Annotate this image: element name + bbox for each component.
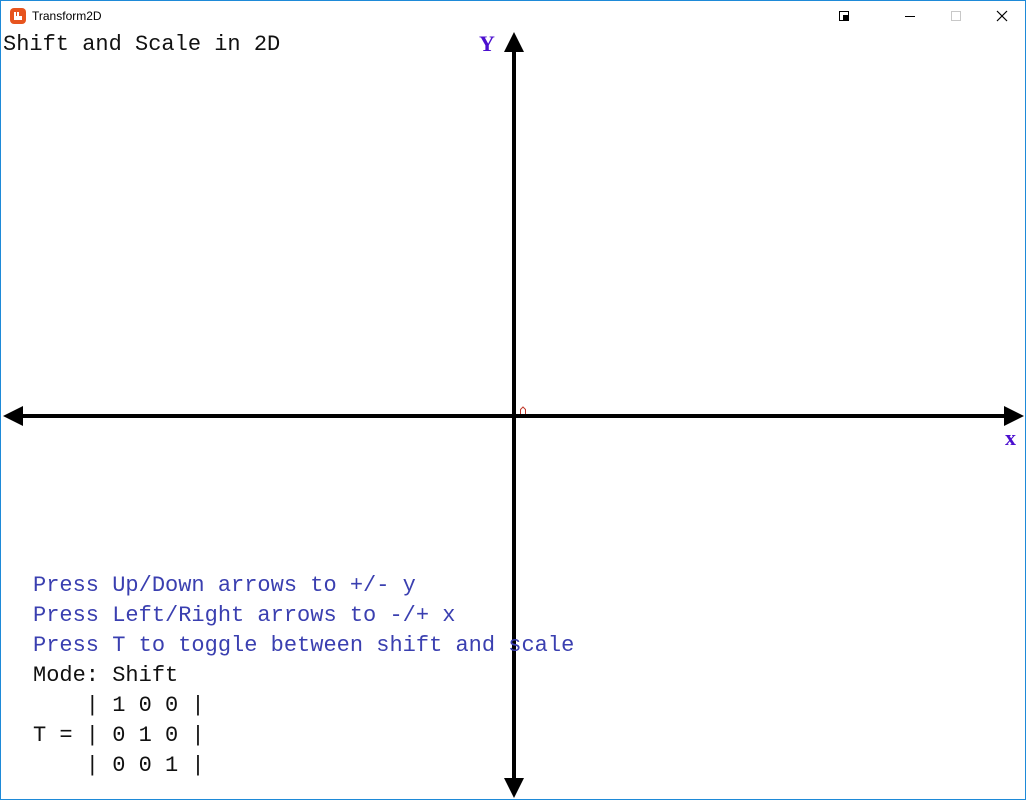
- restore-window-icon: [839, 11, 849, 21]
- scene-title: Shift and Scale in 2D: [3, 32, 281, 57]
- instruction-left-right: Press Left/Right arrows to -/+ x: [33, 603, 456, 628]
- matrix-row: | 0 0 1 |: [33, 753, 205, 778]
- game-canvas[interactable]: Shift and Scale in 2D Y x Press Up/Down …: [1, 31, 1025, 799]
- app-window: Transform2D Shift and Scale in 2D Y x Pr…: [0, 0, 1026, 800]
- maximize-icon: [951, 11, 961, 21]
- instruction-toggle: Press T to toggle between shift and scal…: [33, 633, 575, 658]
- restore-window-button[interactable]: [821, 1, 867, 31]
- close-button[interactable]: [979, 1, 1025, 31]
- window-title: Transform2D: [32, 9, 102, 23]
- minimize-button[interactable]: [887, 1, 933, 31]
- monogame-app-icon: [10, 8, 26, 24]
- y-axis-top-arrowhead: [504, 32, 524, 52]
- transformed-point-marker: [520, 406, 526, 414]
- matrix-row: | 1 0 0 |: [33, 693, 205, 718]
- mode-status: Mode: Shift: [33, 663, 179, 688]
- title-bar[interactable]: Transform2D: [1, 1, 1025, 31]
- close-icon: [996, 10, 1008, 22]
- matrix-row: T = | 0 1 0 |: [33, 723, 205, 748]
- instruction-up-down: Press Up/Down arrows to +/- y: [33, 573, 416, 598]
- x-axis-label: x: [1005, 425, 1016, 450]
- x-axis-right-arrowhead: [1004, 406, 1024, 426]
- app-logo-glyph: [14, 12, 22, 20]
- maximize-button[interactable]: [933, 1, 979, 31]
- x-axis-left-arrowhead: [3, 406, 23, 426]
- y-axis-bottom-arrowhead: [504, 778, 524, 798]
- y-axis-label: Y: [479, 31, 495, 56]
- minimize-icon: [905, 16, 915, 17]
